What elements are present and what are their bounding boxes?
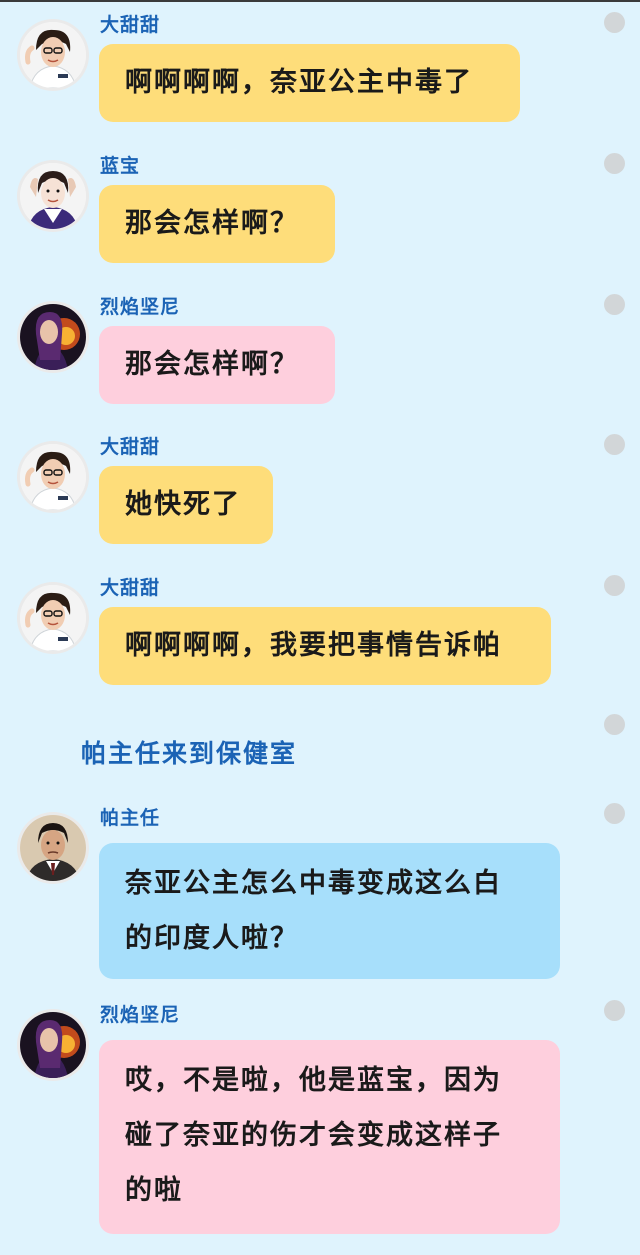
nurse-avatar[interactable]	[20, 585, 86, 651]
fire-warrior-avatar[interactable]	[20, 304, 86, 370]
message-line: 碰了奈亚的伤才会变成这样子	[125, 1120, 502, 1151]
purple-uniform-avatar-icon	[20, 163, 86, 229]
fire-warrior-avatar[interactable]	[20, 1012, 86, 1078]
speaker-name: 大甜甜	[100, 436, 161, 458]
director-avatar-icon	[20, 815, 86, 881]
message-line: 的印度人啦？	[125, 923, 299, 954]
speaker-name: 蓝宝	[100, 155, 141, 177]
message-bubble[interactable]: 那会怎样啊？	[99, 326, 335, 404]
message-bubble[interactable]: 啊啊啊啊，奈亚公主中毒了	[99, 44, 520, 122]
speaker-name: 大甜甜	[100, 14, 161, 36]
speaker-name: 烈焰坚尼	[100, 1004, 181, 1026]
message-line: 奈亚公主怎么中毒变成这么白	[125, 868, 502, 899]
message-bubble[interactable]: 她快死了	[99, 466, 273, 544]
status-dot	[604, 434, 625, 455]
message-bubble[interactable]: 哎，不是啦，他是蓝宝，因为 碰了奈亚的伤才会变成这样子 的啦	[99, 1040, 560, 1234]
message-bubble[interactable]: 奈亚公主怎么中毒变成这么白 的印度人啦？	[99, 843, 560, 979]
nurse-avatar[interactable]	[20, 22, 86, 88]
status-dot	[604, 1000, 625, 1021]
status-dot	[604, 575, 625, 596]
speaker-name: 大甜甜	[100, 577, 161, 599]
purple-uniform-avatar[interactable]	[20, 163, 86, 229]
nurse-avatar-icon	[20, 585, 86, 651]
status-dot	[604, 12, 625, 33]
message-line: 哎，不是啦，他是蓝宝，因为	[125, 1065, 502, 1096]
speaker-name: 帕主任	[100, 807, 161, 829]
nurse-avatar-icon	[20, 22, 86, 88]
nurse-avatar[interactable]	[20, 444, 86, 510]
message-bubble[interactable]: 啊啊啊啊，我要把事情告诉帕	[99, 607, 551, 685]
status-dot	[604, 803, 625, 824]
message-line: 的啦	[125, 1175, 183, 1206]
status-dot	[604, 153, 625, 174]
status-dot	[604, 294, 625, 315]
top-border	[0, 0, 640, 2]
message-bubble[interactable]: 那会怎样啊？	[99, 185, 335, 263]
nurse-avatar-icon	[20, 444, 86, 510]
status-dot	[604, 714, 625, 735]
director-avatar[interactable]	[20, 815, 86, 881]
narration-text: 帕主任来到保健室	[81, 739, 298, 768]
speaker-name: 烈焰坚尼	[100, 296, 181, 318]
fire-warrior-avatar-icon	[20, 304, 86, 370]
fire-warrior-avatar-icon	[20, 1012, 86, 1078]
